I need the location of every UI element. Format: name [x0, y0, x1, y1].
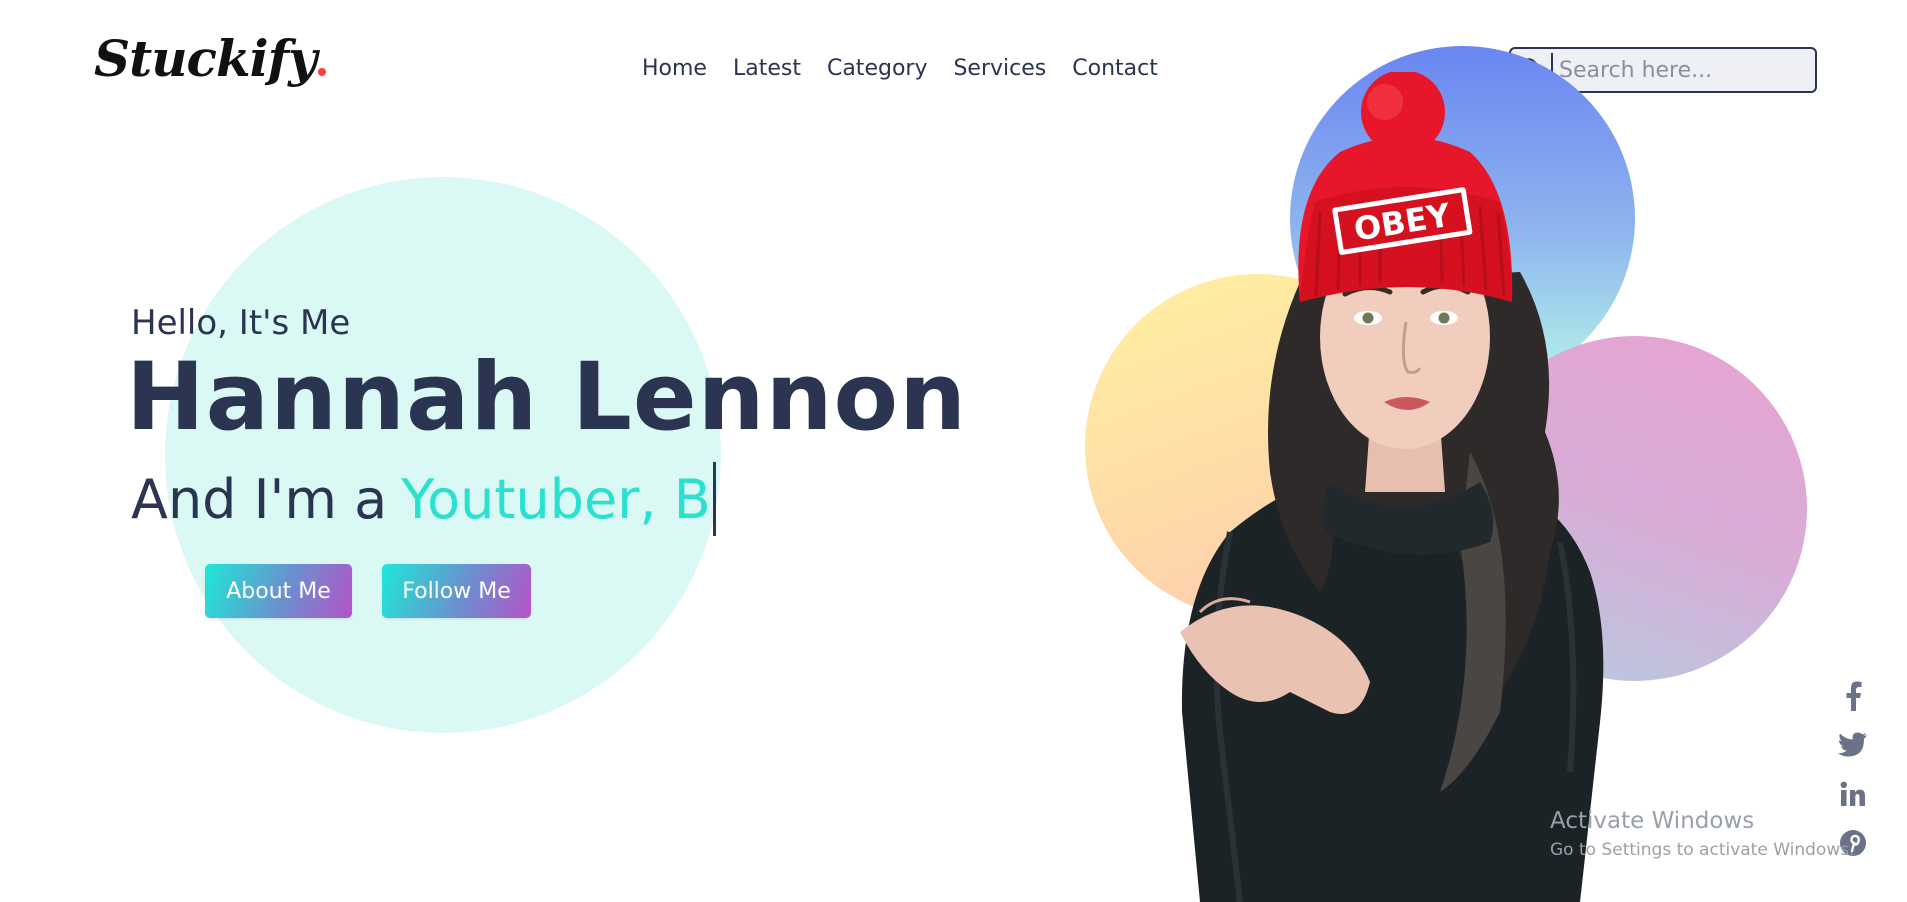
typing-cursor: [712, 462, 716, 536]
hero-name: Hannah Lennon: [126, 343, 968, 452]
follow-me-button[interactable]: Follow Me: [382, 564, 531, 618]
hero-role-line: And I'm a Youtuber, B: [131, 462, 716, 536]
nav-item-category[interactable]: Category: [827, 56, 928, 81]
watermark-subtitle: Go to Settings to activate Windows.: [1550, 840, 1855, 860]
windows-activation-watermark: Activate Windows Go to Settings to activ…: [1550, 808, 1855, 860]
brand-dot: [318, 68, 327, 76]
main-nav: Home Latest Category Services Contact: [642, 56, 1158, 81]
facebook-icon[interactable]: [1838, 681, 1868, 711]
hero-role-typed: Youtuber, B: [401, 467, 711, 531]
hero-background-circle: [165, 177, 721, 733]
page: Stuckify Home Latest Category Services C…: [0, 0, 1907, 902]
nav-item-home[interactable]: Home: [642, 56, 707, 81]
portrait-image: OBEY: [1180, 72, 1604, 902]
hero-greeting: Hello, It's Me: [131, 303, 351, 343]
watermark-title: Activate Windows: [1550, 808, 1755, 834]
linkedin-icon[interactable]: [1838, 779, 1868, 809]
hero-role-prefix: And I'm a: [131, 467, 388, 531]
brand-logo[interactable]: Stuckify: [94, 34, 327, 84]
about-me-button[interactable]: About Me: [205, 564, 352, 618]
twitter-icon[interactable]: [1838, 730, 1868, 760]
nav-item-services[interactable]: Services: [953, 56, 1046, 81]
nav-item-latest[interactable]: Latest: [733, 56, 801, 81]
brand-name: Stuckify: [94, 29, 317, 88]
